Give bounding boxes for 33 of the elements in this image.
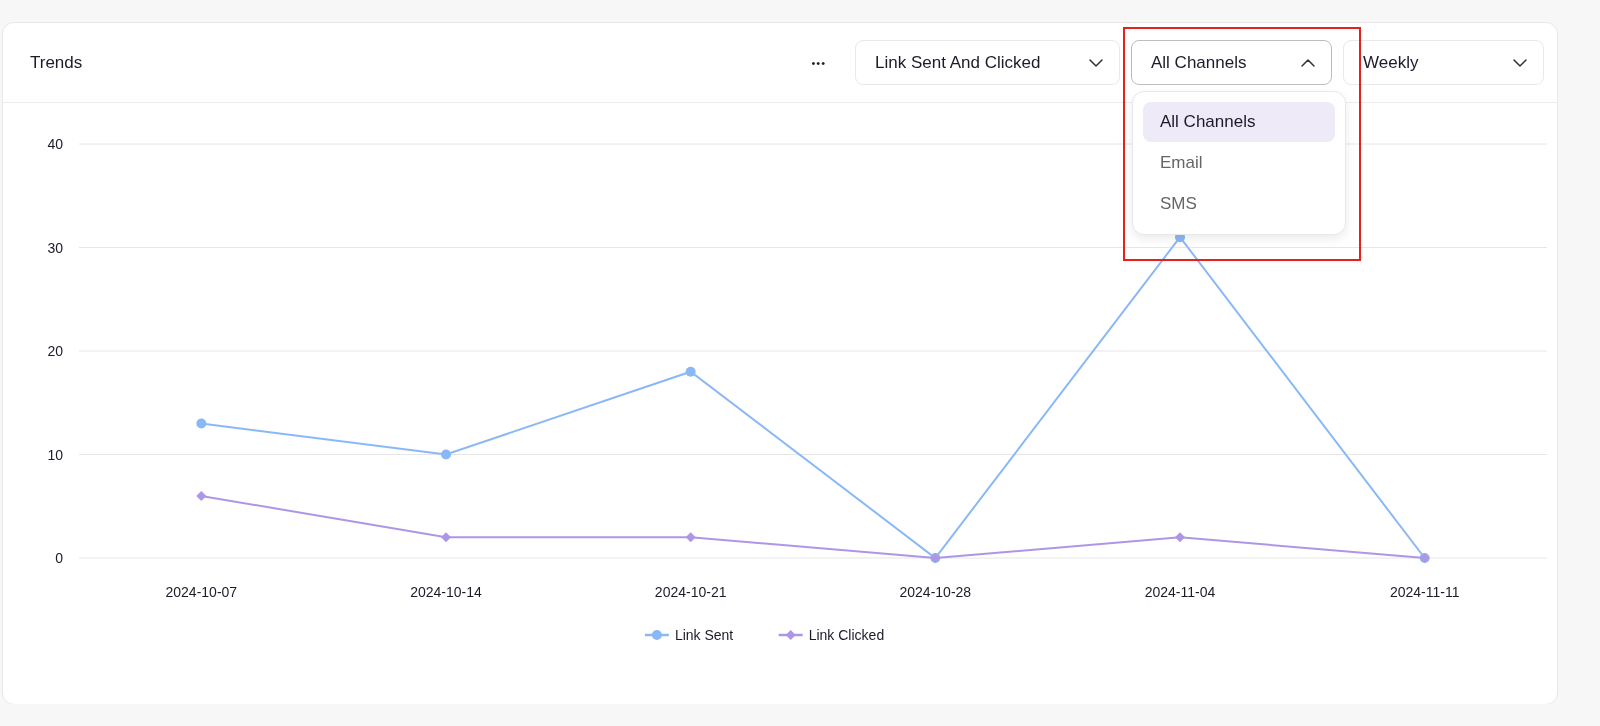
chevron-down-icon: [1513, 58, 1527, 67]
point: [196, 490, 207, 501]
point: [441, 532, 451, 543]
point: [441, 449, 451, 460]
chevron-down-icon: [1089, 58, 1103, 67]
point: [685, 366, 696, 377]
dropdown[interactable]: Link Sent And Clicked: [855, 40, 1120, 85]
y-axis-label: 40: [47, 136, 63, 152]
legend-diamond-icon: [778, 630, 803, 640]
y-axis-label: 10: [47, 446, 63, 463]
dropdown[interactable]: Weekly: [1343, 40, 1544, 85]
x-axis-label: 2024-10-14: [410, 584, 482, 600]
legend-label: Link Sent: [674, 627, 734, 643]
y-axis-label: 30: [47, 239, 63, 256]
menu-item[interactable]: Email: [1143, 143, 1335, 183]
x-axis-label: 2024-10-28: [899, 584, 972, 600]
dropdown[interactable]: All Channels: [1131, 40, 1332, 85]
x-axis-label: 2024-10-07: [165, 584, 238, 600]
x-axis-label: 2024-10-21: [654, 584, 727, 600]
menu-item[interactable]: SMS: [1143, 184, 1335, 224]
y-axis-label: 0: [55, 550, 63, 566]
chevron-up-icon: [1301, 58, 1315, 67]
y-axis-label: 20: [47, 343, 63, 359]
point: [1175, 532, 1185, 543]
point: [685, 532, 696, 543]
legend-label: Link Clicked: [808, 627, 885, 643]
menu-item[interactable]: All Channels: [1143, 102, 1335, 142]
more-button[interactable]: •••: [805, 52, 832, 73]
card-title: Trends: [30, 52, 83, 73]
legend-dot-icon: [644, 630, 669, 640]
x-axis-label: 2024-11-04: [1144, 584, 1216, 600]
x-axis-label: 2024-11-11: [1389, 584, 1460, 600]
point: [196, 418, 207, 429]
